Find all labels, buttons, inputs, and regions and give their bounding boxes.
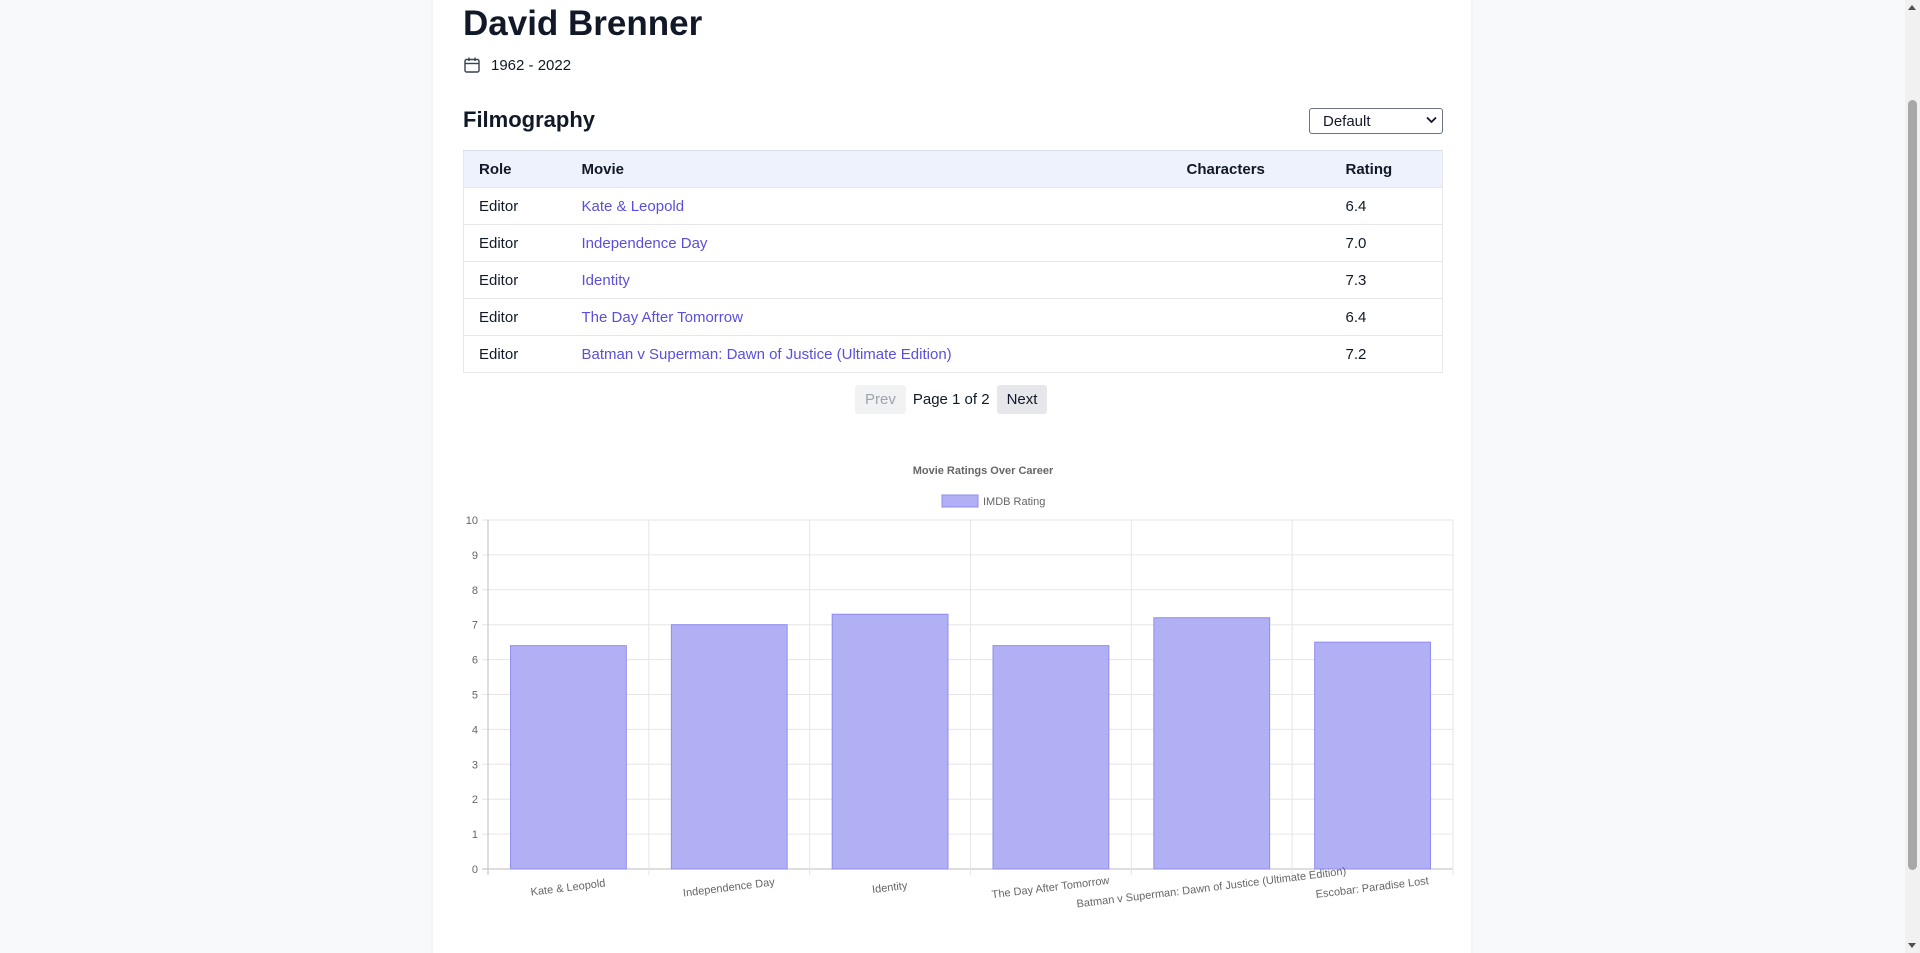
cell-rating: 7.2 [1330,335,1443,373]
cell-role: Editor [463,298,567,336]
filmography-table: Role Movie Characters Rating Editor Kate… [463,150,1443,373]
chart-bar [831,613,949,870]
cell-movie: The Day After Tomorrow [566,298,1172,336]
cell-characters [1171,187,1331,225]
page-scrollbar[interactable] [1905,0,1920,953]
cell-movie: Batman v Superman: Dawn of Justice (Ulti… [566,335,1172,373]
cell-rating: 7.3 [1330,261,1443,299]
cell-characters [1171,298,1331,336]
legend-label: IMDB Rating [983,496,1045,508]
cell-role: Editor [463,224,567,262]
chevron-down-icon [1426,116,1437,127]
y-tick-label: 10 [466,515,478,527]
cell-role: Editor [463,335,567,373]
movie-link[interactable]: The Day After Tomorrow [582,309,743,326]
y-tick-label: 2 [472,794,478,806]
table-row: Editor Identity 7.3 [463,261,1443,299]
movie-link[interactable]: Batman v Superman: Dawn of Justice (Ulti… [582,346,952,363]
person-name: David Brenner [463,4,703,43]
cell-characters [1171,261,1331,299]
cell-rating: 7.0 [1330,224,1443,262]
calendar-icon [463,56,481,74]
movie-link[interactable]: Independence Day [582,235,708,252]
cell-role: Editor [463,187,567,225]
chart-title: Movie Ratings Over Career [913,465,1054,477]
y-tick-label: 8 [472,585,478,597]
cell-movie: Identity [566,261,1172,299]
table-row: Editor Batman v Superman: Dawn of Justic… [463,335,1443,373]
cell-rating: 6.4 [1330,298,1443,336]
table-row: Editor Independence Day 7.0 [463,224,1443,262]
y-tick-label: 3 [472,759,478,771]
cell-rating: 6.4 [1330,187,1443,225]
y-tick-label: 7 [472,620,478,632]
chart-grid [482,519,1454,875]
ratings-chart-svg: Movie Ratings Over Career IMDB Rating 0 1… [466,465,1454,911]
chart-bar [992,645,1110,870]
chart-bar [1153,617,1271,870]
y-tick-label: 0 [472,864,478,876]
table-row: Editor The Day After Tomorrow 6.4 [463,298,1443,336]
chart-bar [670,624,788,870]
cell-characters [1171,335,1331,373]
chart-bar [510,645,627,870]
chart-bar [1314,641,1431,870]
scrollbar-thumb[interactable] [1908,100,1917,870]
scroll-up-icon[interactable] [1908,5,1916,10]
sort-select[interactable]: Default [1309,108,1443,134]
prev-page-button[interactable]: Prev [855,385,906,414]
life-dates: 1962 - 2022 [463,56,571,74]
cell-role: Editor [463,261,567,299]
y-tick-label: 4 [472,724,478,736]
cell-characters [1171,224,1331,262]
page-status: Page 1 of 2 [912,391,990,408]
next-page-button[interactable]: Next [996,385,1048,414]
x-tick-label: Identity [871,880,908,896]
y-tick-label: 6 [472,655,478,667]
scroll-down-icon[interactable] [1908,943,1916,948]
ratings-chart: Movie Ratings Over Career IMDB Rating 0 1… [438,445,1463,945]
table-header-row: Role Movie Characters Rating [463,150,1443,188]
table-row: Editor Kate & Leopold 6.4 [463,187,1443,225]
column-header-role: Role [463,150,567,188]
y-tick-label: 5 [472,690,478,702]
y-tick-label: 9 [472,550,478,562]
y-tick-label: 1 [472,829,478,841]
column-header-movie: Movie [566,150,1172,188]
column-header-rating: Rating [1330,150,1443,188]
movie-link[interactable]: Kate & Leopold [582,198,685,215]
column-header-characters: Characters [1171,150,1331,188]
person-card: David Brenner 1962 - 2022 Filmography De… [433,0,1471,953]
x-tick-label: Independence Day [682,876,776,899]
x-tick-label: Batman v Superman: Dawn of Justice (Ulti… [1076,866,1347,911]
legend-swatch [941,494,979,508]
pagination: Prev Page 1 of 2 Next [855,385,1048,414]
movie-link[interactable]: Identity [582,272,630,289]
cell-movie: Independence Day [566,224,1172,262]
sort-select-value: Default [1323,112,1371,130]
x-tick-label: Kate & Leopold [530,877,606,898]
filmography-title: Filmography [463,107,596,132]
cell-movie: Kate & Leopold [566,187,1172,225]
life-dates-text: 1962 - 2022 [491,56,572,74]
